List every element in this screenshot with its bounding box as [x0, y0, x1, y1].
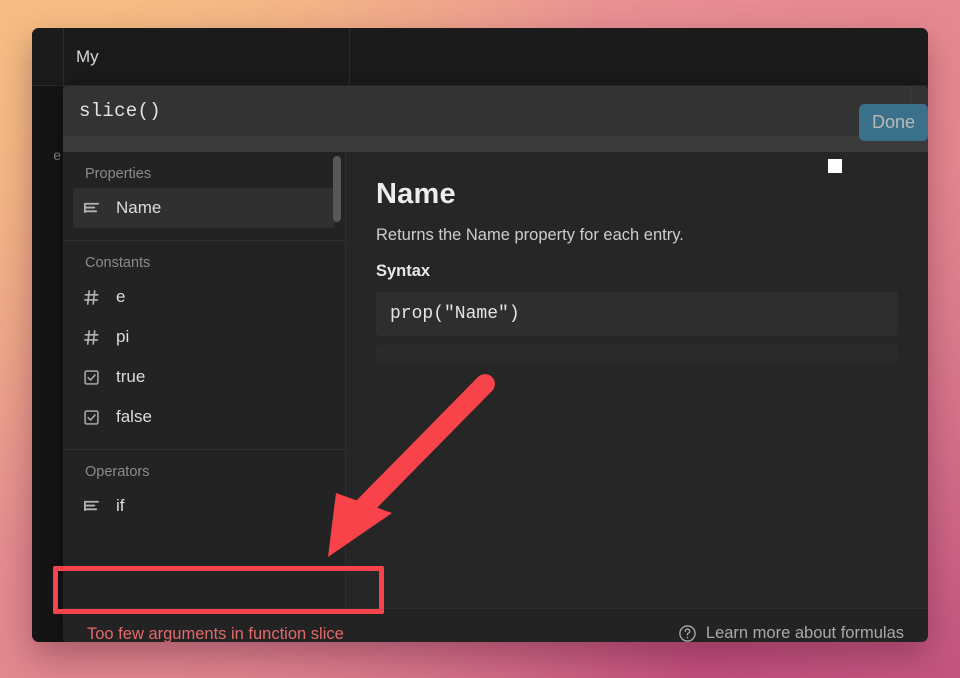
formula-item-name[interactable]: Name [73, 188, 335, 228]
text-lines-icon [73, 498, 109, 515]
table-column-header-blank[interactable] [350, 28, 928, 86]
formula-input[interactable] [63, 86, 910, 136]
formula-item-label: if [116, 496, 125, 515]
formula-detail-panel: Name Returns the Name property for each … [346, 152, 928, 608]
done-button[interactable]: Done [859, 104, 928, 141]
error-message: Too few arguments in function slice [87, 625, 344, 642]
table-header: My [32, 28, 928, 86]
formula-reference-list[interactable]: Properties Name Constants e pi true false Opera… [63, 152, 346, 608]
formula-editor-footer: Too few arguments in function slice Lear… [63, 608, 928, 642]
detail-syntax-code-secondary [376, 345, 898, 365]
text-lines-icon [73, 200, 109, 217]
formula-item-false[interactable]: false [73, 397, 335, 437]
left-panel-scrollbar[interactable] [333, 156, 341, 222]
formula-input-bar [63, 86, 928, 136]
table-column-header-rownum[interactable] [32, 28, 64, 86]
formula-item-e[interactable]: e [73, 277, 335, 317]
formula-editor-popover: Done Properties Name Constants e pi true false… [63, 86, 928, 642]
group-label-constants: Constants [85, 255, 151, 271]
formula-item-label: pi [116, 327, 130, 346]
table-row-indicator: e [53, 147, 61, 163]
learn-more-link[interactable]: Learn more about formulas [678, 624, 904, 642]
group-label-operators: Operators [85, 464, 150, 480]
detail-description: Returns the Name property for each entry… [376, 226, 684, 244]
app-window: My e Done Properties Name Constants e pi true… [32, 28, 928, 642]
formula-reference-groups: Properties Name Constants e pi true false Opera… [63, 152, 345, 526]
table-column-header-my[interactable]: My [64, 28, 350, 86]
hash-icon [73, 289, 109, 306]
formula-item-label: e [116, 287, 126, 306]
formula-item-label: Name [116, 198, 162, 217]
formula-item-pi[interactable]: pi [73, 317, 335, 357]
formula-editor-body: Properties Name Constants e pi true false Opera… [63, 152, 928, 608]
detail-syntax-code: prop("Name") [376, 292, 898, 336]
resize-handle[interactable] [828, 159, 842, 173]
checkbox-icon [73, 369, 109, 386]
formula-bar-underline [63, 136, 928, 152]
learn-more-label: Learn more about formulas [705, 624, 904, 642]
detail-title: Name [376, 178, 456, 210]
formula-item-label: true [116, 367, 146, 386]
checkbox-icon [73, 409, 109, 426]
formula-item-if[interactable]: if [73, 486, 335, 526]
question-circle-icon [678, 624, 697, 642]
group-label-properties: Properties [85, 166, 152, 182]
hash-icon [73, 329, 109, 346]
formula-item-label: false [116, 407, 152, 426]
formula-item-true[interactable]: true [73, 357, 335, 397]
detail-syntax-label: Syntax [376, 262, 431, 280]
